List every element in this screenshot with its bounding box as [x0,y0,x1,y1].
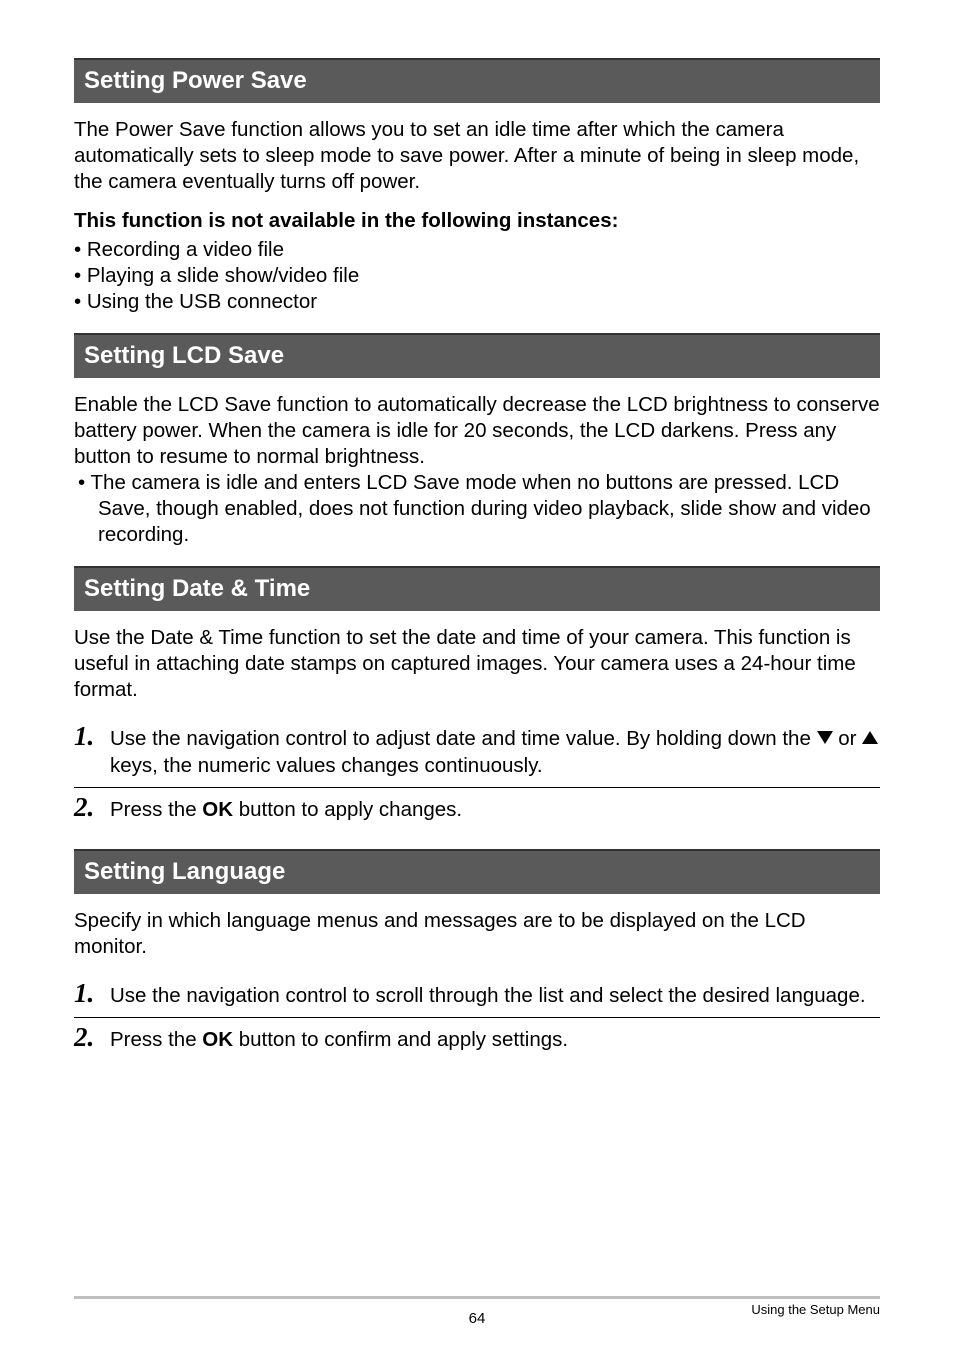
steps-language: 1 Use the navigation control to scroll t… [74,974,880,1061]
step-1: 1 Use the navigation control to scroll t… [74,974,880,1017]
paragraph-language: Specify in which language menus and mess… [74,908,880,960]
list-lcd-save-note: The camera is idle and enters LCD Save m… [74,470,880,548]
heading-date-time: Setting Date & Time [74,566,880,611]
step-2: 2 Press the OK button to confirm and app… [74,1017,880,1061]
paragraph-date-time: Use the Date & Time function to set the … [74,625,880,703]
list-power-save-unavailable: Recording a video file Playing a slide s… [74,237,880,315]
step-text: button to apply changes. [233,798,462,821]
step-1: 1 Use the navigation control to adjust d… [74,717,880,786]
list-item: Playing a slide show/video file [74,263,880,289]
steps-date-time: 1 Use the navigation control to adjust d… [74,717,880,830]
list-item: The camera is idle and enters LCD Save m… [74,470,880,548]
step-text: Use the navigation control to adjust dat… [110,727,817,750]
footer-divider [74,1296,880,1299]
step-text: or [833,727,863,750]
heading-lcd-save: Setting LCD Save [74,333,880,378]
step-body: Use the navigation control to scroll thr… [110,983,880,1009]
ok-label: OK [202,798,233,821]
step-number: 1 [74,723,110,750]
step-body: Press the OK button to confirm and apply… [110,1027,880,1053]
step-number: 2 [74,1024,110,1051]
step-text: Press the [110,798,202,821]
paragraph-lcd-save: Enable the LCD Save function to automati… [74,392,880,470]
triangle-down-icon [817,731,833,744]
step-text: Use the navigation control to scroll thr… [110,984,866,1007]
ok-label: OK [202,1028,233,1051]
subheading-unavailable: This function is not available in the fo… [74,209,880,233]
paragraph-power-save: The Power Save function allows you to se… [74,117,880,195]
list-item: Using the USB connector [74,289,880,315]
page-content: Setting Power Save The Power Save functi… [0,0,954,1061]
list-item: Recording a video file [74,237,880,263]
step-body: Press the OK button to apply changes. [110,797,880,823]
step-number: 1 [74,980,110,1007]
page-number: 64 [0,1310,954,1327]
step-text: Press the [110,1028,202,1051]
step-number: 2 [74,794,110,821]
heading-language: Setting Language [74,849,880,894]
step-text: keys, the numeric values changes continu… [110,754,543,777]
step-2: 2 Press the OK button to apply changes. [74,787,880,831]
step-text: button to confirm and apply settings. [233,1028,568,1051]
step-body: Use the navigation control to adjust dat… [110,726,880,778]
triangle-up-icon [862,731,878,744]
heading-power-save: Setting Power Save [74,58,880,103]
